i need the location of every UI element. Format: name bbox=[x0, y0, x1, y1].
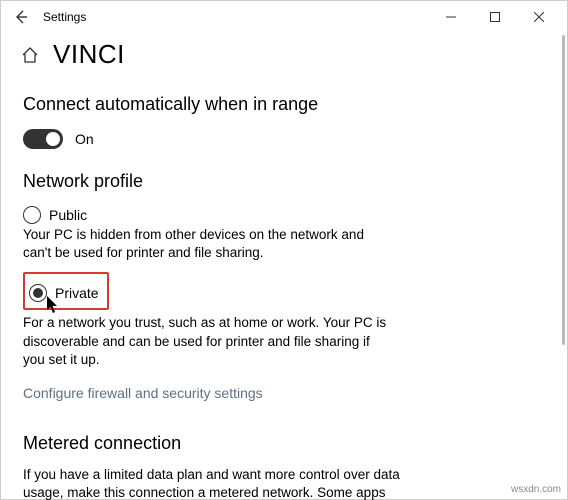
arrow-left-icon bbox=[13, 9, 29, 25]
metered-heading: Metered connection bbox=[23, 433, 545, 454]
public-label: Public bbox=[49, 207, 87, 223]
cursor-icon bbox=[47, 296, 61, 314]
radio-circle-icon bbox=[23, 206, 41, 224]
radio-circle-icon bbox=[29, 284, 47, 302]
close-button[interactable] bbox=[517, 2, 561, 32]
home-button[interactable] bbox=[19, 44, 41, 66]
private-highlight-box: Private bbox=[23, 272, 109, 310]
auto-connect-toggle-label: On bbox=[75, 131, 94, 147]
toggle-knob bbox=[46, 132, 60, 146]
private-radio[interactable]: Private bbox=[29, 284, 99, 302]
scrollbar[interactable] bbox=[562, 35, 565, 345]
maximize-icon bbox=[490, 12, 500, 22]
window-controls bbox=[429, 2, 561, 32]
public-option: Public Your PC is hidden from other devi… bbox=[23, 206, 545, 262]
auto-connect-toggle[interactable] bbox=[23, 129, 63, 149]
settings-window: Settings VINCI Connect automatically whe… bbox=[0, 0, 568, 500]
page-header: VINCI bbox=[1, 33, 567, 84]
public-radio[interactable]: Public bbox=[23, 206, 545, 224]
firewall-link[interactable]: Configure firewall and security settings bbox=[23, 385, 263, 401]
network-profile-heading: Network profile bbox=[23, 171, 545, 192]
watermark: wsxdn.com bbox=[511, 484, 561, 495]
private-option: Private For a network you trust, such as… bbox=[23, 272, 545, 369]
back-button[interactable] bbox=[7, 3, 35, 31]
close-icon bbox=[534, 12, 544, 22]
maximize-button[interactable] bbox=[473, 2, 517, 32]
private-description: For a network you trust, such as at home… bbox=[23, 314, 393, 369]
private-label: Private bbox=[55, 285, 99, 301]
auto-connect-heading: Connect automatically when in range bbox=[23, 94, 545, 115]
metered-description: If you have a limited data plan and want… bbox=[23, 466, 413, 500]
home-icon bbox=[21, 46, 39, 64]
minimize-button[interactable] bbox=[429, 2, 473, 32]
page-title: VINCI bbox=[53, 39, 125, 70]
radio-dot-icon bbox=[33, 288, 43, 298]
content-area: Connect automatically when in range On N… bbox=[1, 84, 567, 500]
public-description: Your PC is hidden from other devices on … bbox=[23, 226, 393, 262]
auto-connect-toggle-row: On bbox=[23, 129, 545, 149]
minimize-icon bbox=[446, 12, 456, 22]
titlebar: Settings bbox=[1, 1, 567, 33]
window-title: Settings bbox=[43, 10, 86, 24]
